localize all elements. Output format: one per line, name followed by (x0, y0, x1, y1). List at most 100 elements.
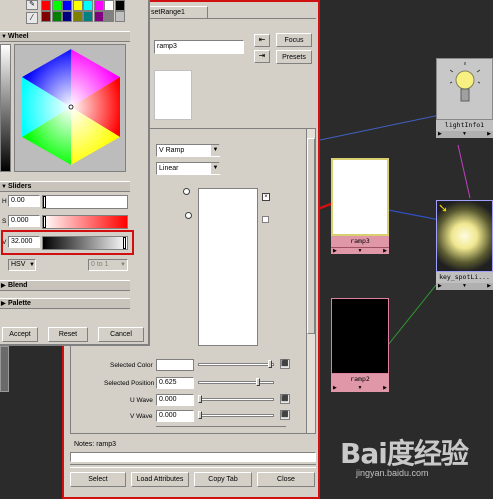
palette-grid[interactable] (41, 0, 125, 24)
h-slider[interactable] (42, 195, 128, 209)
output-connections-button[interactable]: ⇥ (254, 50, 270, 63)
palette-swatch[interactable] (114, 0, 125, 11)
s-label: S (2, 218, 7, 225)
notes-value: ramp3 (96, 441, 117, 448)
node-lightinfo[interactable]: lightInfo1 ▶ ▼ ▶ (436, 58, 493, 144)
load-attributes-button[interactable]: Load Attributes (131, 472, 189, 487)
node-lightinfo-title: lightInfo1 (436, 120, 493, 131)
reset-button[interactable]: Reset (48, 327, 88, 342)
v-wave-field[interactable]: 0.000 (156, 410, 194, 422)
selected-position-slider[interactable] (198, 381, 274, 384)
sliders-section-header[interactable]: ▼ Sliders (0, 181, 130, 192)
select-button[interactable]: Select (70, 472, 126, 487)
node-key-spotlight-title: key_spotLi... (436, 272, 493, 283)
blend-section-label: Blend (8, 282, 28, 289)
ramp-handle-selected[interactable] (185, 212, 192, 219)
node-ramp2-swatch (331, 298, 389, 374)
connection-line-magenta (457, 144, 471, 199)
u-wave-field[interactable]: 0.000 (156, 394, 194, 406)
range-dropdown-arrow-icon[interactable]: ▼ (119, 260, 127, 270)
v-row-highlight (1, 230, 134, 255)
node-lightinfo-ports[interactable]: ▶ ▼ ▶ (436, 131, 493, 138)
palette-swatch[interactable] (83, 0, 93, 11)
ramp-color-strip[interactable] (198, 188, 258, 346)
copy-tab-button[interactable]: Copy Tab (194, 472, 252, 487)
s-field[interactable]: 0.000 (8, 215, 40, 227)
u-wave-slider-thumb[interactable] (198, 395, 202, 403)
selected-color-map-button[interactable]: ⬛ (280, 359, 290, 369)
close-button[interactable]: Close (257, 472, 315, 487)
u-wave-map-button[interactable]: ⬛ (280, 394, 290, 404)
accept-button[interactable]: Accept (2, 327, 38, 342)
notes-label: Notes: ramp3 (74, 441, 117, 448)
palette-swatch[interactable] (114, 11, 125, 22)
palette-swatch[interactable] (72, 11, 83, 22)
interpolation-value: Linear (159, 165, 179, 172)
blend-section-header[interactable]: ▶ Blend (0, 280, 130, 291)
ramp-handle-top[interactable] (183, 188, 190, 195)
selected-position-label: Selected Position (104, 380, 155, 387)
s-slider-thumb[interactable] (43, 216, 46, 228)
selected-position-slider-thumb[interactable] (256, 378, 260, 386)
palette-swatch[interactable] (104, 11, 114, 22)
cancel-button[interactable]: Cancel (98, 327, 144, 342)
s-slider[interactable] (42, 215, 128, 229)
palette-section-header[interactable]: ▶ Palette (0, 298, 130, 309)
light-bulb-icon (450, 62, 480, 102)
focus-button[interactable]: Focus (276, 33, 312, 47)
ramp-type-dropdown-arrow-icon[interactable]: ▼ (211, 145, 220, 156)
connection-line-blue-2 (387, 209, 441, 221)
input-connections-button[interactable]: ⇤ (254, 34, 270, 47)
notes-resize-handle[interactable] (70, 464, 316, 468)
selected-position-field[interactable]: 0.625 (156, 377, 194, 389)
palette-swatch[interactable] (72, 0, 83, 11)
v-wave-label: V Wave (130, 413, 153, 420)
v-wave-map-button[interactable]: ⬛ (280, 410, 290, 420)
wheel-section-header[interactable]: ▼ Wheel (0, 31, 130, 42)
palette-swatch[interactable] (41, 11, 51, 22)
palette-swatch[interactable] (93, 11, 104, 22)
ramp-type-value: V Ramp (159, 147, 185, 154)
palette-swatch[interactable] (51, 0, 62, 11)
palette-swatch[interactable] (104, 0, 114, 11)
value-gradient-bar[interactable] (0, 44, 11, 172)
v-wave-slider-thumb[interactable] (198, 411, 202, 419)
node-ramp3-ports[interactable]: ▶ ▼ ▶ (331, 247, 389, 254)
h-label: H (2, 198, 7, 205)
ramp-preview-swatch (154, 70, 192, 120)
attribute-scrollbar-thumb[interactable] (307, 138, 315, 334)
selected-color-label: Selected Color (110, 362, 153, 369)
palette-swatch[interactable] (41, 0, 51, 11)
watermark: Bai度经验 jingyan.baidu.com (340, 426, 490, 496)
node-key-spotlight-cursor-icon: ➘ (438, 201, 449, 215)
palette-swatch[interactable] (93, 0, 104, 11)
ramp-entry-marker[interactable] (262, 216, 269, 223)
watermark-url: jingyan.baidu.com (356, 468, 429, 478)
selected-color-slider-thumb[interactable] (268, 360, 272, 368)
node-ramp2-ports[interactable]: ▶ ▼ ▶ (331, 385, 389, 392)
node-key-spotlight-ports[interactable]: ▶ ▼ ▶ (436, 283, 493, 290)
selected-color-swatch[interactable] (156, 359, 194, 371)
tab-strip-line (148, 18, 316, 19)
node-ramp2[interactable]: ramp2 ▶ ▼ ▶ (331, 298, 389, 396)
h-field[interactable]: 0.00 (8, 195, 40, 207)
node-name-field[interactable]: ramp3 (154, 40, 244, 54)
notes-field[interactable] (70, 452, 316, 462)
eyedropper-tool-icon[interactable]: ✎ (26, 0, 38, 10)
node-ramp3[interactable]: ramp3 ▶ ▼ ▶ (331, 158, 389, 256)
color-wheel-hexagon[interactable] (20, 46, 122, 168)
eyedropper-icon[interactable]: ⁄ (26, 12, 38, 24)
v-wave-slider[interactable] (198, 414, 274, 417)
presets-button[interactable]: Presets (276, 50, 312, 64)
color-mode-dropdown-arrow-icon[interactable]: ▼ (28, 260, 36, 270)
palette-swatch[interactable] (83, 11, 93, 22)
node-key-spotlight[interactable]: ➘ key_spotLi... ▶ ▼ ▶ (436, 200, 493, 296)
selected-color-slider[interactable] (198, 363, 274, 366)
interpolation-dropdown-arrow-icon[interactable]: ▼ (211, 163, 220, 174)
palette-swatch[interactable] (62, 11, 72, 22)
h-slider-thumb[interactable] (43, 196, 46, 208)
palette-swatch[interactable] (62, 0, 72, 11)
palette-swatch[interactable] (51, 11, 62, 22)
ramp-delete-entry-icon[interactable]: × (262, 193, 270, 201)
u-wave-slider[interactable] (198, 398, 274, 401)
